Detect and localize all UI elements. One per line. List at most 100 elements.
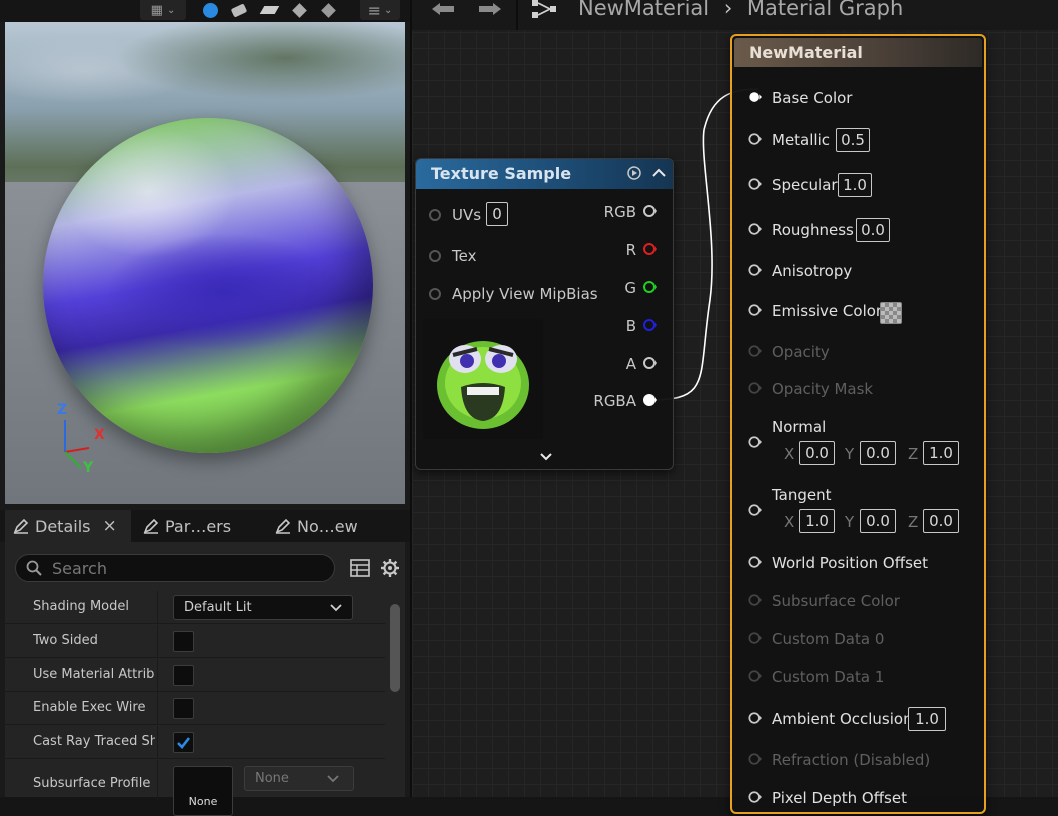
view-mode-dropdown[interactable]: ▦ ⌄ xyxy=(140,0,186,20)
roughness-input-pin[interactable] xyxy=(748,222,762,236)
uvs-label: UVs xyxy=(452,206,482,224)
subsurface-color-input-pin[interactable] xyxy=(748,593,762,607)
property-label: Shading Model xyxy=(33,599,129,614)
texture-thumbnail xyxy=(423,319,543,439)
tangent-x-field[interactable]: 1.0 xyxy=(799,509,835,533)
property-enable-exec-wire: Enable Exec Wire xyxy=(5,692,385,725)
uvs-value-field[interactable]: 0 xyxy=(486,202,508,226)
rgb-output-pin[interactable] xyxy=(643,204,657,218)
sphere-preview-icon[interactable] xyxy=(199,0,221,20)
search-input[interactable]: Search xyxy=(15,554,335,582)
cast-ray-traced-shadows-checkbox[interactable] xyxy=(173,732,194,753)
normal-input-pin[interactable] xyxy=(748,435,762,449)
specular-value-field[interactable]: 1.0 xyxy=(838,173,872,197)
mesh-preview-icon[interactable] xyxy=(317,0,339,20)
chevron-down-icon[interactable] xyxy=(539,452,553,462)
tab-node-preview-label: No…ew xyxy=(297,516,358,536)
emissive-color-swatch[interactable] xyxy=(880,302,902,324)
material-preview-viewport[interactable]: Z X Y xyxy=(5,22,405,504)
ambient-occlusion-input-pin[interactable] xyxy=(748,711,762,725)
cube-preview-icon[interactable] xyxy=(288,0,310,20)
pin-row-ambient-occlusion: Ambient Occlusion 1.0 xyxy=(732,707,982,735)
ambient-occlusion-value-field[interactable]: 1.0 xyxy=(908,707,946,731)
preview-toggle-icon[interactable] xyxy=(627,166,641,180)
texture-sample-node[interactable]: Texture Sample UVs 0 Tex Apply View MipB… xyxy=(415,158,674,470)
pixel-depth-offset-input-pin[interactable] xyxy=(748,790,762,804)
texture-sample-header[interactable]: Texture Sample xyxy=(416,159,673,189)
material-graph-canvas[interactable]: NewMaterial › Material Graph Texture Sam… xyxy=(410,0,1058,814)
material-result-header[interactable]: NewMaterial xyxy=(734,38,982,67)
uvs-input-pin[interactable] xyxy=(428,208,442,222)
chevron-down-icon xyxy=(327,775,339,783)
normal-x-field[interactable]: 0.0 xyxy=(799,441,835,465)
property-two-sided: Two Sided xyxy=(5,625,385,658)
tangent-input-pin[interactable] xyxy=(748,503,762,517)
cylinder-preview-icon[interactable] xyxy=(228,0,250,20)
world-position-offset-input-pin[interactable] xyxy=(748,555,762,569)
specular-input-pin[interactable] xyxy=(748,177,762,191)
table-view-icon[interactable] xyxy=(350,559,370,577)
pin-row-base-color: Base Color xyxy=(732,89,982,114)
opacity-input-pin[interactable] xyxy=(748,344,762,358)
custom-data-0-label: Custom Data 0 xyxy=(772,630,885,648)
panel-tabs: Details × Par…ers No…ew xyxy=(0,510,410,542)
b-output-pin[interactable] xyxy=(643,318,657,332)
tangent-z-label: Z xyxy=(908,513,919,531)
property-subsurface-profile: Subsurface Profile None None xyxy=(5,760,385,816)
preview-sphere xyxy=(43,118,373,453)
metallic-value-field[interactable]: 0.5 xyxy=(836,128,870,152)
subsurface-profile-dropdown[interactable]: None xyxy=(244,766,354,791)
refraction-disabled-input-pin[interactable] xyxy=(748,752,762,766)
r-output-label: R xyxy=(625,241,636,259)
tab-parameters-label: Par…ers xyxy=(165,516,232,536)
enable-exec-wire-checkbox[interactable] xyxy=(173,698,194,719)
tex-input-pin[interactable] xyxy=(428,249,442,263)
chevron-down-icon: ⌄ xyxy=(166,4,176,16)
tangent-y-field[interactable]: 0.0 xyxy=(860,509,896,533)
property-use-material-attributes: Use Material Attrib… xyxy=(5,659,385,692)
search-placeholder: Search xyxy=(52,558,107,578)
details-panel: Search Shading Model Default Lit Two Sid… xyxy=(5,542,405,816)
opacity-mask-input-pin[interactable] xyxy=(748,381,762,395)
metallic-input-pin[interactable] xyxy=(748,132,762,146)
two-sided-checkbox[interactable] xyxy=(173,631,194,652)
a-output-pin[interactable] xyxy=(643,356,657,370)
subsurface-color-label: Subsurface Color xyxy=(772,592,900,610)
tangent-z-field[interactable]: 0.0 xyxy=(923,509,959,533)
viewport-options-menu[interactable]: ≡ ⌄ xyxy=(360,0,400,20)
shading-model-value: Default Lit xyxy=(184,600,252,615)
r-output-pin[interactable] xyxy=(643,242,657,256)
pin-row-tangent: Tangent X 1.0 Y 0.0 Z 0.0 xyxy=(732,486,982,533)
opacity-mask-label: Opacity Mask xyxy=(772,380,874,398)
tab-details[interactable]: Details × xyxy=(5,510,131,542)
use-material-attributes-checkbox[interactable] xyxy=(173,665,194,686)
shading-model-dropdown[interactable]: Default Lit xyxy=(173,595,353,620)
property-shading-model: Shading Model Default Lit xyxy=(5,591,385,624)
g-output-pin[interactable] xyxy=(643,280,657,294)
tab-parameters[interactable]: Par…ers xyxy=(143,510,263,542)
ambient-occlusion-label: Ambient Occlusion xyxy=(772,710,913,728)
rgba-output-pin[interactable] xyxy=(643,393,657,407)
normal-y-field[interactable]: 0.0 xyxy=(860,441,896,465)
subsurface-profile-thumbnail[interactable]: None xyxy=(173,766,233,816)
hamburger-icon: ≡ xyxy=(367,0,381,20)
apply-view-mipbias-input-pin[interactable] xyxy=(428,287,442,301)
pencil-icon xyxy=(13,518,29,534)
pin-row-roughness: Roughness 0.0 xyxy=(732,218,982,246)
details-scrollbar[interactable] xyxy=(390,604,400,692)
emissive-color-input-pin[interactable] xyxy=(748,303,762,317)
tab-node-preview[interactable]: No…ew xyxy=(275,510,395,542)
roughness-value-field[interactable]: 0.0 xyxy=(856,218,890,242)
custom-data-1-input-pin[interactable] xyxy=(748,669,762,683)
gear-icon[interactable] xyxy=(380,558,400,578)
plane-preview-icon[interactable] xyxy=(258,0,280,20)
custom-data-0-input-pin[interactable] xyxy=(748,631,762,645)
material-result-node[interactable]: NewMaterial Base Color Metallic 0.5 Specula… xyxy=(730,34,986,814)
node-title: Texture Sample xyxy=(431,164,572,183)
normal-z-field[interactable]: 1.0 xyxy=(923,441,959,465)
base-color-input-pin[interactable] xyxy=(748,90,762,104)
anisotropy-input-pin[interactable] xyxy=(748,263,762,277)
tangent-x-label: X xyxy=(784,513,795,531)
collapse-icon[interactable] xyxy=(652,168,666,178)
close-icon[interactable]: × xyxy=(102,516,116,536)
